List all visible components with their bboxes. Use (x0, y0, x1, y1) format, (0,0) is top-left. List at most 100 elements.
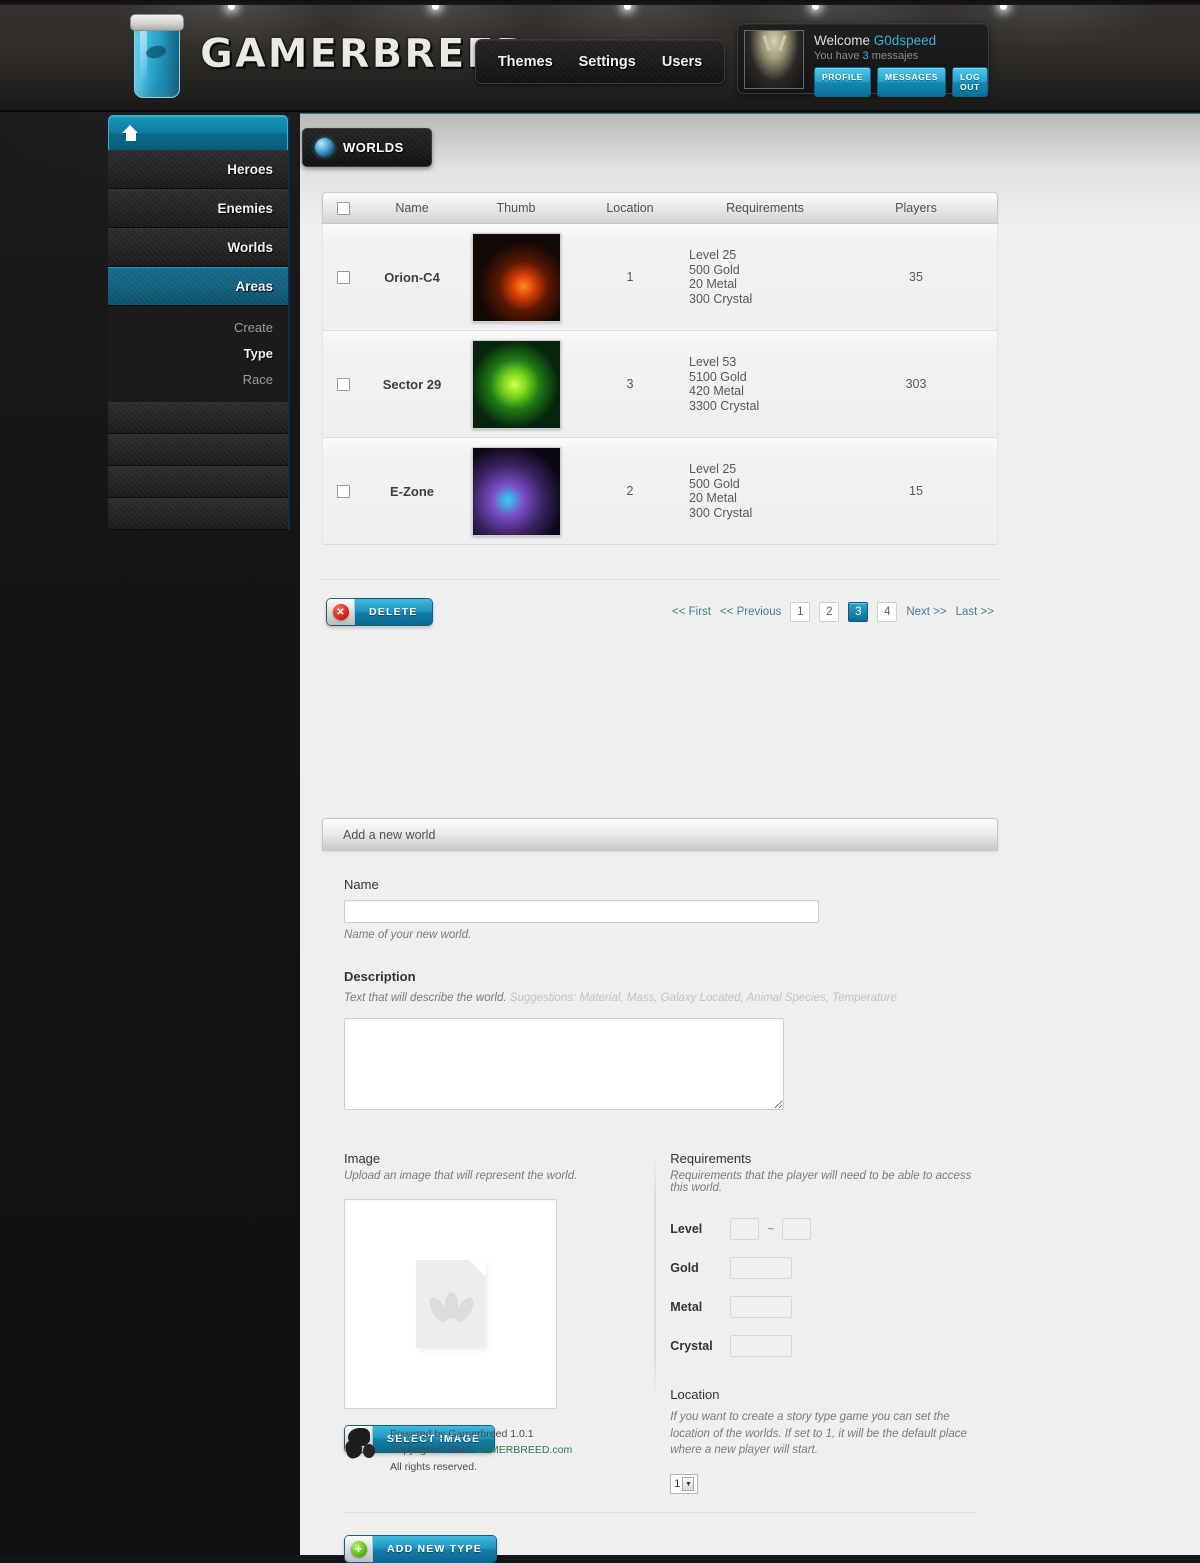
sidebar-subitem-create[interactable]: Create (108, 314, 288, 340)
globe-icon (315, 138, 334, 157)
delete-button[interactable]: ✕ DELETE (326, 598, 433, 626)
level-min-input[interactable] (730, 1218, 759, 1240)
requirements-column: Requirements Requirements that the playe… (670, 1151, 976, 1494)
site-header: GAMERBREED Themes Settings Users Welcome… (0, 0, 1200, 112)
sidebar-item-worlds[interactable]: Worlds (108, 228, 288, 267)
image-hint: Upload an image that will represent the … (344, 1170, 640, 1182)
nav-item-users[interactable]: Users (662, 54, 702, 70)
column-header-requirements[interactable]: Requirements (689, 201, 841, 215)
pagination-next[interactable]: Next >> (906, 606, 946, 618)
username: G0dspeed (874, 33, 936, 48)
pagination-page-1[interactable]: 1 (790, 602, 810, 622)
table-toolbar: ✕ DELETE << First << Previous 1 2 3 4 Ne… (322, 579, 998, 626)
cell-players: 15 (841, 484, 991, 498)
nav-item-themes[interactable]: Themes (498, 54, 553, 70)
requirement-line: 500 Gold (689, 477, 841, 492)
name-input[interactable] (344, 900, 819, 923)
requirement-line: Level 25 (689, 248, 841, 263)
footer-copyright: Copyright © 2012 GAMERBREED.com (390, 1442, 572, 1458)
description-hint-main: Text that will describe the world. (344, 992, 507, 1004)
row-select-cell (323, 378, 363, 391)
sidebar-subitem-type[interactable]: Type (108, 340, 288, 366)
column-header-location[interactable]: Location (571, 201, 689, 215)
select-all-checkbox[interactable] (337, 202, 350, 215)
gold-label: Gold (670, 1261, 730, 1275)
sidebar-subitem-race[interactable]: Race (108, 366, 288, 392)
sidebar-item-areas[interactable]: Areas (108, 267, 288, 306)
tab-worlds[interactable]: WORLDS (302, 128, 432, 167)
pagination-first[interactable]: << First (672, 606, 711, 618)
column-header-players[interactable]: Players (841, 201, 991, 215)
row-select-cell (323, 485, 363, 498)
footer-powered-by: Powered by Gamerbreed 1.0.1 (390, 1426, 572, 1442)
sidebar-item-enemies[interactable]: Enemies (108, 189, 288, 228)
profile-button[interactable]: PROFILE (814, 67, 871, 97)
cell-location: 3 (571, 377, 689, 391)
sidebar-item-label: Heroes (227, 162, 273, 177)
gamerbreed-mascot-icon (344, 1426, 378, 1460)
description-label: Description (344, 969, 976, 984)
cell-name: E-Zone (363, 484, 461, 499)
requirement-line: 3300 Crystal (689, 399, 841, 414)
requirement-row-crystal: Crystal (670, 1335, 976, 1357)
range-separator: ~ (767, 1222, 774, 1236)
form-footer: + ADD NEW TYPE (344, 1512, 976, 1563)
requirement-line: 20 Metal (689, 277, 841, 292)
add-new-type-button[interactable]: + ADD NEW TYPE (344, 1535, 497, 1563)
description-textarea[interactable] (344, 1018, 784, 1110)
row-checkbox[interactable] (337, 271, 350, 284)
row-checkbox[interactable] (337, 485, 350, 498)
sidebar-item-heroes[interactable]: Heroes (108, 150, 288, 189)
requirement-line: 300 Crystal (689, 292, 841, 307)
requirement-line: 5100 Gold (689, 370, 841, 385)
add-new-type-button-label: ADD NEW TYPE (373, 1536, 496, 1562)
messages-text: You have 3 messajes (814, 50, 988, 62)
cell-name: Orion-C4 (363, 270, 461, 285)
level-max-input[interactable] (782, 1218, 811, 1240)
sidebar-subitem-label: Type (244, 346, 273, 361)
column-header-thumb[interactable]: Thumb (461, 201, 571, 215)
sidebar-item-home[interactable] (108, 115, 288, 150)
logo[interactable]: GAMERBREED (128, 8, 531, 100)
crystal-label: Crystal (670, 1339, 730, 1353)
footer-site-link[interactable]: GAMERBREED.com (475, 1444, 572, 1456)
pagination-previous[interactable]: << Previous (720, 606, 781, 618)
pagination: << First << Previous 1 2 3 4 Next >> Las… (672, 602, 994, 622)
requirements-label: Requirements (670, 1151, 976, 1166)
delete-button-label: DELETE (355, 599, 432, 625)
pagination-page-2[interactable]: 2 (819, 602, 839, 622)
sidebar-subitem-label: Race (243, 372, 273, 387)
delete-icon-wrap: ✕ (327, 599, 355, 625)
pagination-page-4[interactable]: 4 (877, 602, 897, 622)
sidebar-item-label: Areas (235, 279, 273, 294)
user-buttons: PROFILE MESSAGES LOG OUT (814, 67, 988, 97)
logout-button[interactable]: LOG OUT (952, 67, 988, 97)
row-select-cell (323, 271, 363, 284)
footer-rights: All rights reserved. (390, 1459, 572, 1475)
pagination-page-3[interactable]: 3 (848, 602, 868, 622)
sidebar-filler (108, 434, 288, 466)
avatar[interactable] (744, 30, 804, 89)
sidebar-filler (108, 402, 288, 434)
requirement-line: 20 Metal (689, 491, 841, 506)
row-checkbox[interactable] (337, 378, 350, 391)
cell-name: Sector 29 (363, 377, 461, 392)
messages-count: 3 (863, 50, 869, 62)
home-icon (122, 125, 139, 141)
crystal-input[interactable] (730, 1335, 792, 1357)
cell-requirements: Level 25 500 Gold 20 Metal 300 Crystal (689, 248, 841, 306)
page-footer: Powered by Gamerbreed 1.0.1 Copyright © … (344, 1426, 572, 1475)
requirement-line: 500 Gold (689, 263, 841, 278)
location-select[interactable]: 1 ▼ (670, 1474, 698, 1494)
messages-button[interactable]: MESSAGES (877, 67, 946, 97)
world-thumbnail (472, 233, 561, 322)
column-header-name[interactable]: Name (363, 201, 461, 215)
cell-requirements: Level 53 5100 Gold 420 Metal 3300 Crysta… (689, 355, 841, 413)
cell-requirements: Level 25 500 Gold 20 Metal 300 Crystal (689, 462, 841, 520)
sidebar-filler (108, 466, 288, 498)
nav-item-settings[interactable]: Settings (579, 54, 636, 70)
pagination-last[interactable]: Last >> (956, 606, 994, 618)
gold-input[interactable] (730, 1257, 792, 1279)
image-dropzone[interactable] (344, 1199, 557, 1409)
metal-input[interactable] (730, 1296, 792, 1318)
